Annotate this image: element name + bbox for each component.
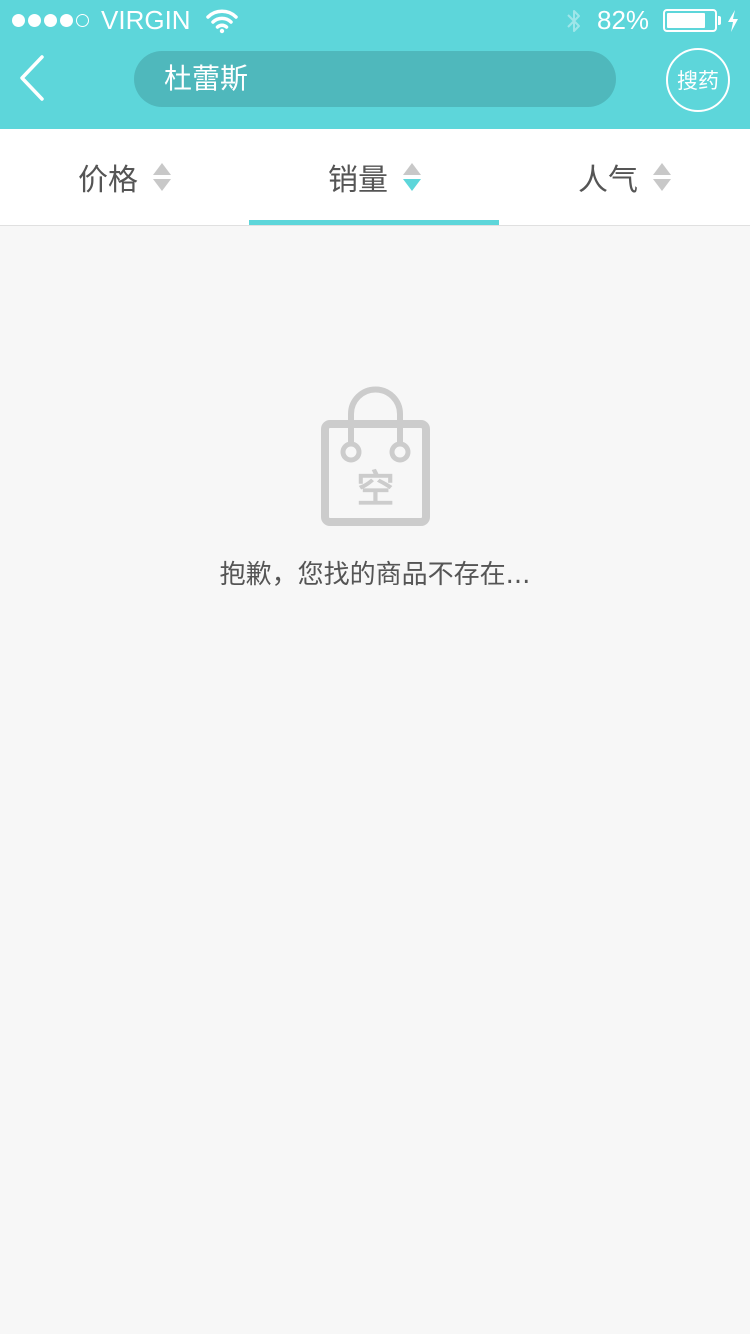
tab-sort-popularity[interactable]: 人气 [500, 129, 750, 225]
carrier-name: VIRGIN [101, 5, 191, 35]
tab-label: 销量 [328, 163, 388, 198]
search-input[interactable]: 杜蕾斯 [134, 51, 616, 107]
tab-label: 人气 [578, 163, 638, 198]
tab-sort-price[interactable]: 价格 [0, 129, 250, 225]
sort-arrows-icon [403, 163, 421, 191]
battery-fill [667, 13, 705, 28]
tab-sort-sales[interactable]: 销量 [250, 129, 500, 225]
active-tab-indicator [249, 220, 499, 225]
empty-shopping-bag-icon: 空 [321, 386, 430, 526]
chevron-left-icon [20, 55, 44, 101]
signal-strength-icon [12, 12, 92, 28]
battery-percent: 82% [597, 5, 650, 35]
search-query-text: 杜蕾斯 [164, 62, 249, 95]
sort-arrows-icon [153, 163, 171, 191]
sort-bar: 价格 销量 人气 [0, 129, 750, 226]
status-bar: VIRGIN 82% [0, 0, 750, 40]
battery-icon [663, 9, 717, 32]
empty-state-message: 抱歉，您找的商品不存在... [219, 560, 531, 590]
wifi-icon [206, 9, 238, 34]
charging-bolt-icon [728, 10, 738, 32]
bluetooth-icon [567, 10, 580, 32]
battery-nub [718, 16, 721, 25]
search-medicine-button[interactable]: 搜药 [666, 48, 730, 112]
tab-label: 价格 [78, 163, 138, 198]
empty-icon-label: 空 [356, 467, 394, 511]
search-button-label: 搜药 [677, 69, 719, 93]
back-button[interactable] [14, 52, 54, 104]
top-header: VIRGIN 82% 杜蕾斯 搜药 [0, 0, 750, 129]
sort-arrows-icon [653, 163, 671, 191]
